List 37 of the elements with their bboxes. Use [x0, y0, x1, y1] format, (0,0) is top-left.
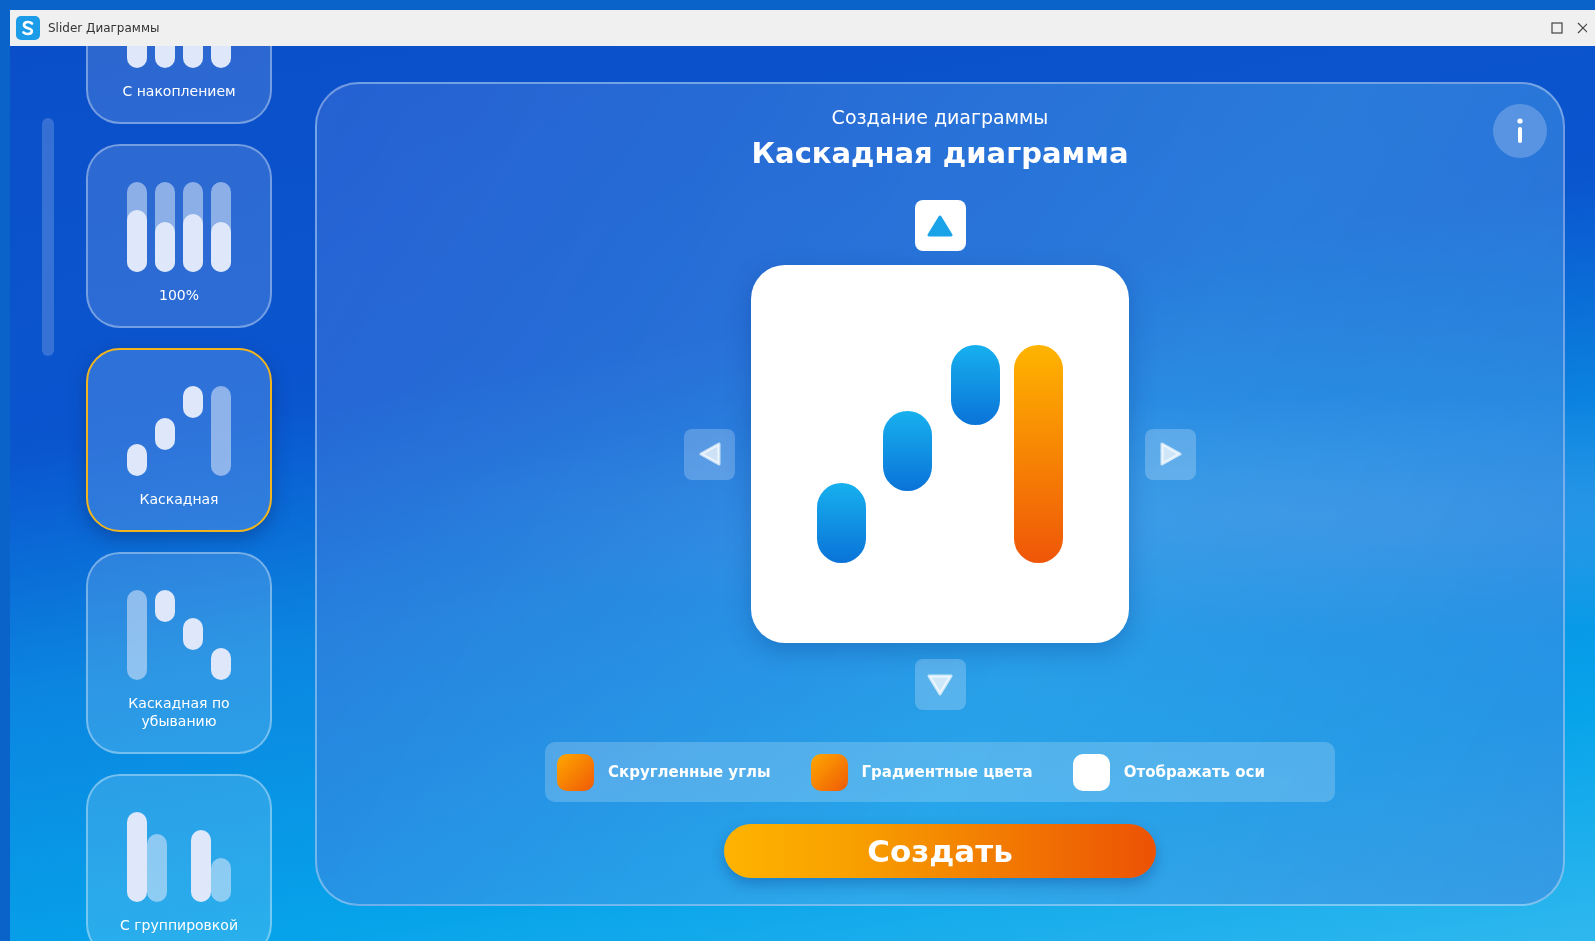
- window-title: Slider Диаграммы: [48, 21, 161, 35]
- checkbox-label: Отображать оси: [1123, 763, 1265, 781]
- chart-type-icon: [127, 182, 231, 272]
- chart-type-label: С накоплением: [122, 82, 236, 100]
- create-button[interactable]: Создать: [724, 824, 1156, 878]
- chart-type-icon: [127, 812, 231, 902]
- triangle-left-icon: [698, 442, 721, 466]
- chart-type-label: Каскадная: [139, 490, 219, 508]
- info-icon[interactable]: [1493, 104, 1547, 158]
- chart-type-card[interactable]: 100%: [86, 144, 272, 328]
- close-icon[interactable]: [1577, 22, 1587, 34]
- subtitle: Создание диаграммы: [831, 106, 1049, 128]
- triangle-up-icon: [927, 214, 953, 237]
- checkbox-label: Градиентные цвета: [861, 763, 1033, 781]
- chart-type-card[interactable]: Каскадная по убыванию: [86, 552, 272, 754]
- down-button[interactable]: [914, 659, 966, 710]
- chart-type-icon: [127, 386, 231, 476]
- chart-type-label: 100%: [159, 286, 199, 304]
- checkbox-label: Скругленные углы: [608, 763, 771, 781]
- chart-type-card[interactable]: С накоплением: [86, 46, 272, 124]
- checkbox[interactable]: [810, 753, 848, 791]
- chart-type-card[interactable]: Каскадная: [86, 348, 272, 532]
- triangle-right-icon: [1159, 442, 1182, 466]
- chart-type-card[interactable]: С группировкой: [86, 774, 272, 941]
- up-button[interactable]: [914, 200, 966, 251]
- maximize-icon[interactable]: [1551, 22, 1563, 34]
- chart-type-icon: [127, 590, 231, 680]
- triangle-down-icon: [927, 673, 953, 696]
- chart-type-label: Каскадная по убыванию: [127, 694, 231, 730]
- checkbox[interactable]: [1072, 753, 1110, 791]
- app-logo-icon: [16, 16, 40, 40]
- scrollbar[interactable]: [42, 118, 54, 356]
- chart-title: Каскадная диаграмма: [751, 136, 1129, 170]
- left-button[interactable]: [684, 428, 735, 480]
- checkbox[interactable]: [557, 753, 594, 791]
- right-button[interactable]: [1145, 428, 1196, 480]
- chart-type-label: С группировкой: [120, 916, 238, 934]
